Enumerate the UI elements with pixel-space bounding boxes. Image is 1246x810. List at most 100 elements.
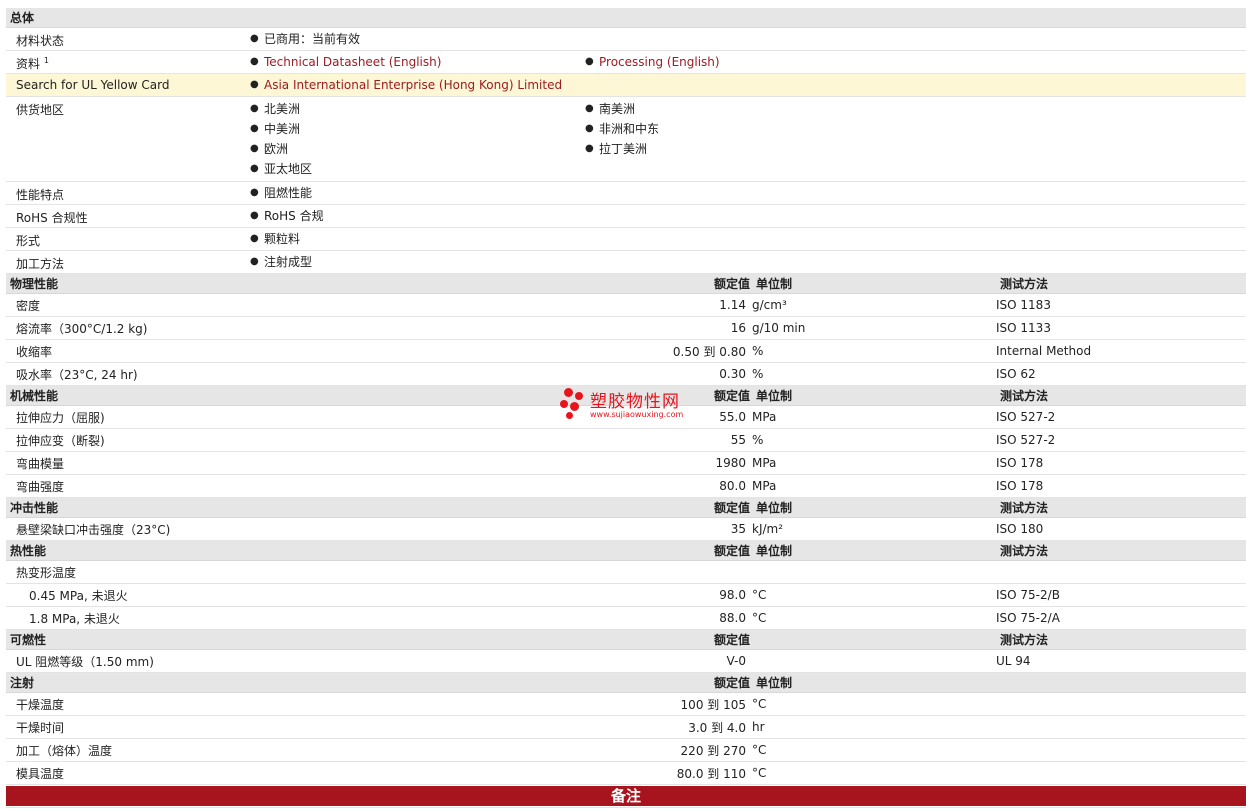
value-text: 亚太地区: [264, 162, 313, 176]
value-column-header: 额定值: [713, 544, 750, 558]
property-name: 熔流率（300°C/1.2 kg): [16, 321, 148, 336]
bullet-icon: ●: [250, 56, 259, 67]
general-row: RoHS 合规性 ● RoHS 合规: [6, 205, 1246, 228]
property-unit: °C: [752, 697, 767, 711]
test-method-column-header: 测试方法: [1000, 544, 1049, 558]
test-method: ISO 180: [996, 522, 1044, 536]
property-row: 悬壁梁缺口冲击强度（23°C) 35 kJ/m² ISO 180: [6, 518, 1246, 541]
general-row-label: 性能特点: [6, 182, 250, 203]
property-name: 热变形温度: [16, 565, 77, 580]
general-row: Search for UL Yellow Card ● Asia Internati…: [6, 74, 1246, 97]
property-row: 加工（熔体）温度 220 到 270 °C: [6, 739, 1246, 762]
section-header: 物理性能 额定值 单位制 测试方法: [6, 274, 1246, 294]
value-column-header: 额定值: [713, 277, 750, 291]
row-label-text: 材料状态: [16, 34, 65, 48]
value-item: ● 注射成型: [250, 252, 585, 272]
section-title: 机械性能: [10, 389, 59, 403]
property-name: UL 阻燃等级（1.50 mm): [16, 654, 154, 669]
property-value: 35: [730, 522, 746, 536]
link-item[interactable]: ● Technical Datasheet (English): [250, 52, 585, 72]
value-item: ● 非洲和中东: [585, 119, 920, 139]
link-text[interactable]: Asia International Enterprise (Hong Kong…: [264, 75, 562, 95]
test-method-column-header: 测试方法: [1000, 501, 1049, 515]
test-method: ISO 62: [996, 367, 1036, 381]
value-text: 北美洲: [264, 102, 301, 116]
value-text: 阻燃性能: [264, 186, 313, 200]
test-method: ISO 527-2: [996, 410, 1056, 424]
row-label-text: 供货地区: [16, 103, 65, 117]
section-header: 冲击性能 额定值 单位制 测试方法: [6, 498, 1246, 518]
property-value: 80.0: [719, 479, 746, 493]
general-row-label: Search for UL Yellow Card: [6, 74, 250, 92]
bullet-icon: ●: [250, 210, 259, 221]
value-text: 欧洲: [264, 142, 289, 156]
bullet-icon: ●: [585, 143, 594, 154]
test-method: ISO 75-2/A: [996, 611, 1060, 625]
test-method: ISO 178: [996, 456, 1044, 470]
value-text: RoHS 合规: [264, 209, 324, 223]
bullet-icon: ●: [250, 163, 259, 174]
row-label-text: 形式: [16, 234, 41, 248]
test-method-column-header: 测试方法: [1000, 389, 1049, 403]
value-item: ● 阻燃性能: [250, 183, 585, 203]
section-title: 注射: [10, 676, 35, 690]
property-value: 3.0 到 4.0: [688, 720, 746, 735]
row-label-text: RoHS 合规性: [16, 211, 88, 225]
property-value: 1.14: [719, 298, 746, 312]
property-name: 拉伸应变（断裂): [16, 433, 105, 448]
bullet-icon: ●: [250, 33, 259, 44]
property-value: 100 到 105: [680, 697, 746, 712]
test-method: ISO 1183: [996, 298, 1051, 312]
value-column-header: 额定值: [713, 676, 750, 690]
property-value: 80.0 到 110: [676, 766, 746, 781]
value-text: 拉丁美洲: [599, 142, 648, 156]
unit-column-header: 单位制: [756, 676, 793, 690]
general-row: 形式 ● 颗粒料: [6, 228, 1246, 251]
link-text[interactable]: Processing (English): [599, 52, 720, 72]
row-label-text: 加工方法: [16, 257, 65, 271]
property-value: 0.50 到 0.80: [672, 344, 746, 359]
property-unit: °C: [752, 766, 767, 780]
value-text: 南美洲: [599, 102, 636, 116]
test-method: ISO 178: [996, 479, 1044, 493]
property-name: 密度: [16, 298, 41, 313]
link-text[interactable]: Technical Datasheet (English): [264, 52, 441, 72]
section-header: 注射 额定值 单位制: [6, 673, 1246, 693]
value-item: ● 亚太地区: [250, 159, 585, 179]
bullet-icon: ●: [250, 103, 259, 114]
property-row: 拉伸应变（断裂) 55% ISO 527-2: [6, 429, 1246, 452]
property-row: 0.45 MPa, 未退火 98.0 °C ISO 75-2/B: [6, 584, 1246, 607]
link-item[interactable]: ● Asia International Enterprise (Hong Kon…: [250, 75, 585, 95]
property-unit: kJ/m²: [752, 522, 784, 536]
property-unit: g/cm³: [752, 298, 787, 312]
notes-bar: 备注: [6, 786, 1246, 806]
property-name: 悬壁梁缺口冲击强度（23°C): [16, 522, 171, 537]
property-unit: %: [752, 367, 764, 381]
watermark-title: 塑胶物性网: [590, 392, 680, 412]
property-sections: 物理性能 额定值 单位制 测试方法密度 1.14 g/cm³ ISO 1183 熔流率（300…: [6, 274, 1246, 808]
value-text: 注射成型: [264, 255, 313, 269]
property-value: 1980: [715, 456, 746, 470]
property-row: 1.8 MPa, 未退火 88.0 °C ISO 75-2/A: [6, 607, 1246, 630]
footnote-marker: 1: [43, 56, 49, 65]
property-row: 吸水率（23°C, 24 hr) 0.30% ISO 62: [6, 363, 1246, 386]
test-method: ISO 75-2/B: [996, 588, 1060, 602]
bullet-icon: ●: [250, 187, 259, 198]
link-item[interactable]: ● Processing (English): [585, 52, 920, 72]
value-item: ● 南美洲: [585, 99, 920, 119]
property-row: 弯曲模量 1980 MPa ISO 178: [6, 452, 1246, 475]
property-unit: g/10 min: [752, 321, 806, 335]
property-name: 弯曲模量: [16, 456, 65, 471]
value-text: 颗粒料: [264, 232, 301, 246]
property-value: V-0: [726, 654, 746, 668]
unit-column-header: 单位制: [756, 544, 793, 558]
unit-column-header: 单位制: [756, 501, 793, 515]
bullet-icon: ●: [250, 233, 259, 244]
property-name: 收缩率: [16, 344, 53, 359]
property-value: 98.0: [719, 588, 746, 602]
property-unit: °C: [752, 743, 767, 757]
property-row: 弯曲强度 80.0 MPa ISO 178: [6, 475, 1246, 498]
watermark-url: www.sujiaowuxing.com: [590, 410, 684, 419]
section-title: 冲击性能: [10, 501, 59, 515]
value-item: ● 欧洲: [250, 139, 585, 159]
